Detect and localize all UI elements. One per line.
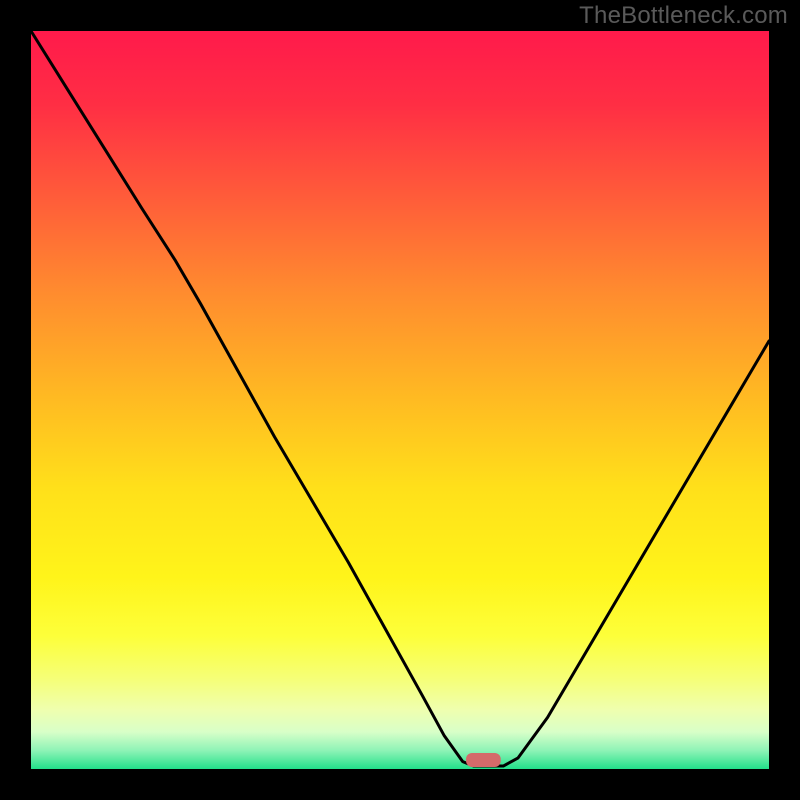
chart-svg — [0, 0, 800, 800]
watermark-text: TheBottleneck.com — [579, 2, 788, 30]
chart-container: TheBottleneck.com — [0, 0, 800, 800]
optimum-marker — [466, 753, 501, 767]
